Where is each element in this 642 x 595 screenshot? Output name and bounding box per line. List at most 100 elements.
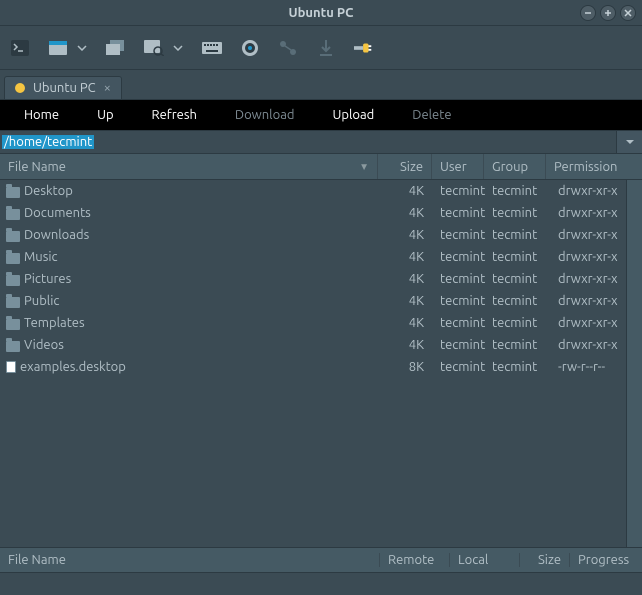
tab-ubuntu-pc[interactable]: Ubuntu PC ×	[4, 76, 122, 99]
action-up[interactable]: Up	[97, 108, 113, 122]
folder-icon	[6, 209, 20, 220]
file-permission: drwxr-xr-x	[546, 250, 626, 264]
action-download[interactable]: Download	[235, 108, 295, 122]
tcol-remote[interactable]: Remote	[380, 553, 450, 567]
plug-icon[interactable]	[354, 38, 374, 58]
keyboard-icon[interactable]	[202, 38, 222, 58]
path-input[interactable]: /home/tecmint	[2, 135, 94, 149]
file-list: Desktop4Ktecminttecmintdrwxr-xr-xDocumen…	[0, 180, 642, 547]
terminal-icon[interactable]	[10, 38, 30, 58]
file-name: Videos	[24, 338, 378, 352]
folder-icon	[6, 253, 20, 264]
file-group: tecmint	[484, 294, 546, 308]
search-tool-group	[144, 38, 184, 58]
file-size: 8K	[378, 360, 432, 374]
connection-icon[interactable]	[278, 38, 298, 58]
col-name[interactable]: File Name ▼	[0, 154, 378, 179]
folder-icon	[6, 275, 20, 286]
sort-indicator-icon: ▼	[359, 161, 369, 173]
folder-icon	[6, 297, 20, 308]
chevron-down-icon[interactable]	[172, 38, 184, 58]
file-row[interactable]: Documents4Ktecminttecmintdrwxr-xr-x	[0, 202, 626, 224]
tcol-name[interactable]: File Name	[0, 553, 380, 567]
file-user: tecmint	[432, 206, 484, 220]
action-delete[interactable]: Delete	[412, 108, 451, 122]
file-group: tecmint	[484, 184, 546, 198]
file-user: tecmint	[432, 184, 484, 198]
file-permission: drwxr-xr-x	[546, 316, 626, 330]
folder-icon	[6, 319, 20, 330]
file-size: 4K	[378, 272, 432, 286]
tabstrip: Ubuntu PC ×	[0, 70, 642, 100]
file-group: tecmint	[484, 272, 546, 286]
download-icon[interactable]	[316, 38, 336, 58]
file-row[interactable]: examples.desktop8Ktecminttecmint-rw-r--r…	[0, 356, 626, 378]
file-name: examples.desktop	[20, 360, 378, 374]
file-permission: drwxr-xr-x	[546, 272, 626, 286]
col-user[interactable]: User	[432, 154, 484, 179]
tab-label: Ubuntu PC	[33, 81, 96, 95]
tcol-local[interactable]: Local	[450, 553, 520, 567]
col-group[interactable]: Group	[484, 154, 546, 179]
col-size[interactable]: Size	[378, 154, 432, 179]
file-user: tecmint	[432, 316, 484, 330]
col-permission[interactable]: Permission	[546, 154, 626, 179]
file-row[interactable]: Downloads4Ktecminttecmintdrwxr-xr-x	[0, 224, 626, 246]
file-size: 4K	[378, 250, 432, 264]
file-row[interactable]: Desktop4Ktecminttecmintdrwxr-xr-x	[0, 180, 626, 202]
close-button[interactable]	[620, 5, 636, 21]
transfer-list	[0, 573, 642, 595]
file-user: tecmint	[432, 228, 484, 242]
file-group: tecmint	[484, 338, 546, 352]
actionbar: Home Up Refresh Download Upload Delete	[0, 100, 642, 130]
window-tool-group	[48, 38, 88, 58]
file-row[interactable]: Videos4Ktecminttecmintdrwxr-xr-x	[0, 334, 626, 356]
action-refresh[interactable]: Refresh	[152, 108, 197, 122]
window-icon[interactable]	[48, 38, 68, 58]
file-icon	[6, 361, 16, 373]
tcol-progress[interactable]: Progress	[570, 553, 642, 567]
file-row[interactable]: Public4Ktecminttecmintdrwxr-xr-x	[0, 290, 626, 312]
maximize-button[interactable]	[600, 5, 616, 21]
pathbar: /home/tecmint	[0, 130, 642, 154]
search-window-icon[interactable]	[144, 38, 164, 58]
gear-icon[interactable]	[240, 38, 260, 58]
col-name-label: File Name	[8, 160, 66, 174]
folder-icon	[6, 341, 20, 352]
file-permission: drwxr-xr-x	[546, 294, 626, 308]
file-name: Pictures	[24, 272, 378, 286]
file-size: 4K	[378, 294, 432, 308]
window-title: Ubuntu PC	[289, 6, 354, 20]
file-size: 4K	[378, 316, 432, 330]
chevron-down-icon[interactable]	[76, 38, 88, 58]
file-name: Documents	[24, 206, 378, 220]
action-upload[interactable]: Upload	[333, 108, 375, 122]
toolbar	[0, 26, 642, 70]
file-row[interactable]: Templates4Ktecminttecmintdrwxr-xr-x	[0, 312, 626, 334]
file-row[interactable]: Music4Ktecminttecmintdrwxr-xr-x	[0, 246, 626, 268]
file-name: Downloads	[24, 228, 378, 242]
file-size: 4K	[378, 338, 432, 352]
file-name: Desktop	[24, 184, 378, 198]
tab-close-icon[interactable]: ×	[104, 81, 111, 95]
folder-icon	[6, 231, 20, 242]
path-input-wrap[interactable]: /home/tecmint	[0, 131, 616, 153]
file-permission: -rw-r--r--	[546, 360, 626, 374]
file-rows: Desktop4Ktecminttecmintdrwxr-xr-xDocumen…	[0, 180, 626, 547]
windows-icon[interactable]	[106, 38, 126, 58]
file-group: tecmint	[484, 206, 546, 220]
path-dropdown-button[interactable]	[616, 131, 642, 153]
file-name: Public	[24, 294, 378, 308]
file-user: tecmint	[432, 338, 484, 352]
action-home[interactable]: Home	[24, 108, 59, 122]
scrollbar[interactable]	[626, 180, 642, 547]
file-name: Music	[24, 250, 378, 264]
file-group: tecmint	[484, 228, 546, 242]
file-group: tecmint	[484, 250, 546, 264]
tcol-size[interactable]: Size	[520, 553, 570, 567]
file-user: tecmint	[432, 250, 484, 264]
file-row[interactable]: Pictures4Ktecminttecmintdrwxr-xr-x	[0, 268, 626, 290]
minimize-button[interactable]	[580, 5, 596, 21]
file-size: 4K	[378, 184, 432, 198]
file-size: 4K	[378, 206, 432, 220]
